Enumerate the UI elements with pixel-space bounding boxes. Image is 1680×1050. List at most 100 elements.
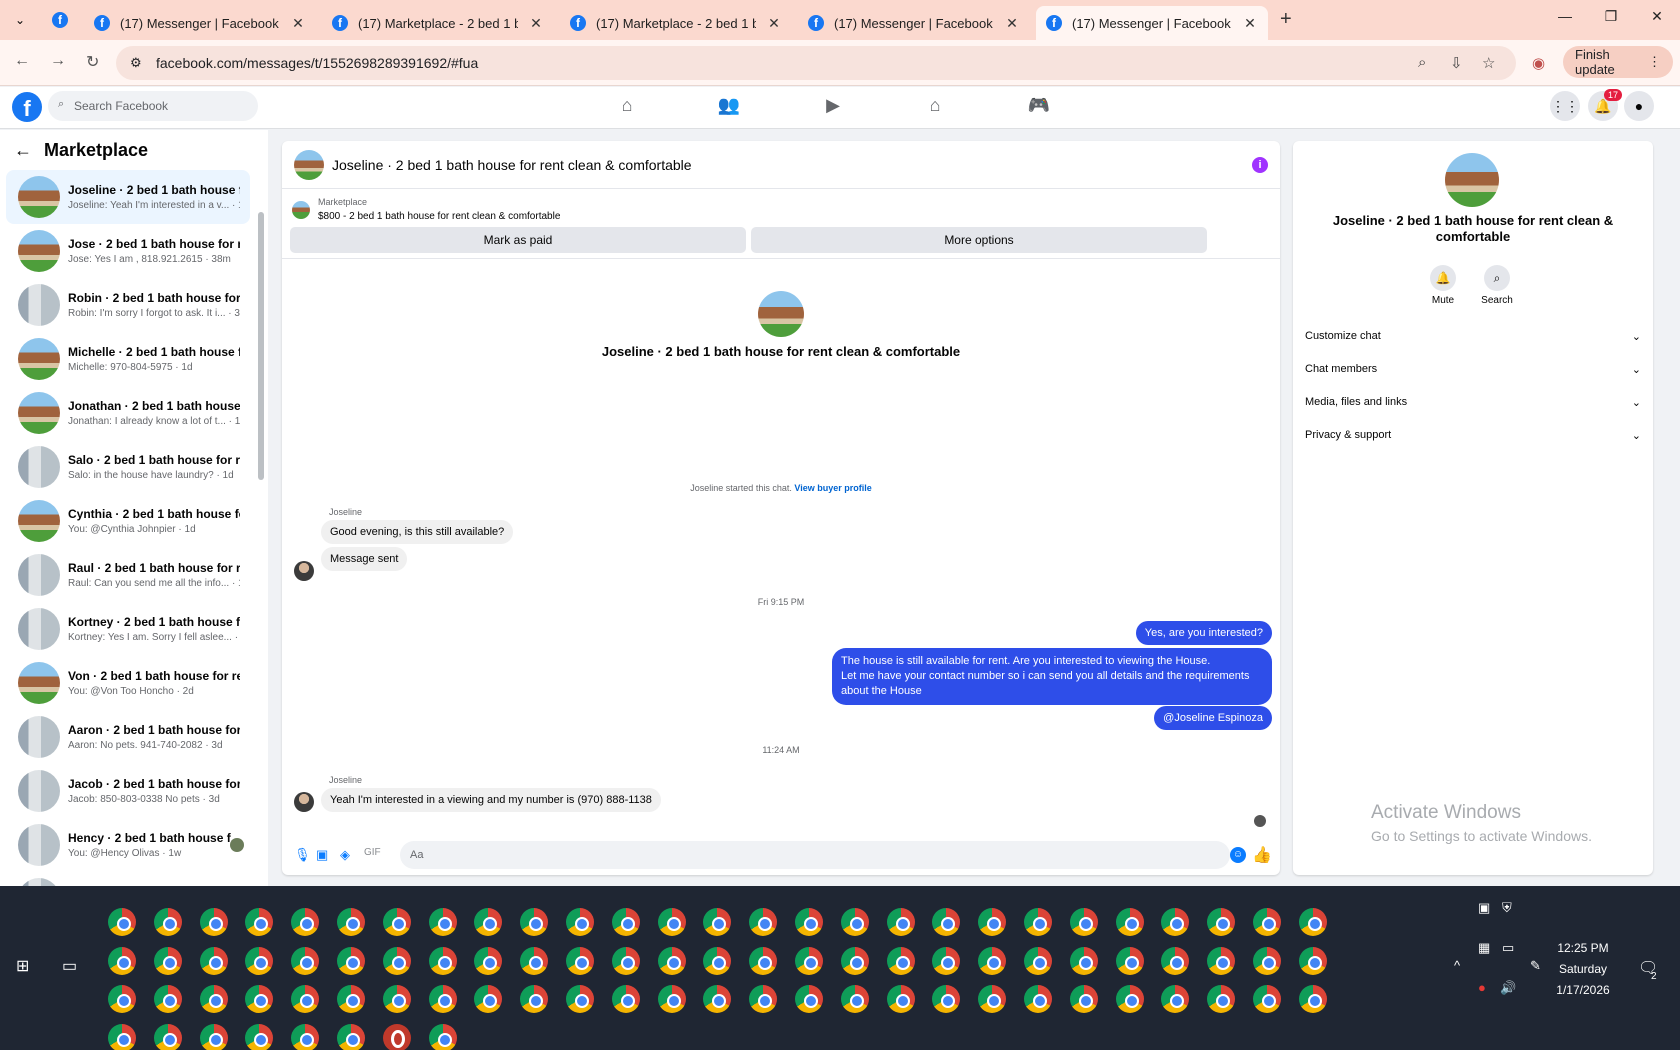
chrome-profile-icon[interactable] [382,985,411,1013]
listing-thumbnail[interactable] [292,201,310,219]
panel-avatar[interactable] [1445,153,1499,207]
chrome-profile-icon[interactable] [795,985,823,1013]
chrome-profile-icon[interactable] [337,1023,365,1050]
conversation-item[interactable]: Kanaris · 2 bed 1 bath house f... [6,872,250,886]
window-close-icon[interactable]: ✕ [1642,8,1672,25]
bookmark-star-icon[interactable]: ☆ [1482,54,1495,72]
chrome-profile-icon[interactable] [1161,946,1190,975]
media-files-links-row[interactable]: Media, files and links ⌄ [1305,396,1641,409]
meet-now-icon[interactable]: ▣ [1478,900,1490,916]
chrome-profile-icon[interactable] [337,985,365,1013]
chrome-profile-icon[interactable] [428,1023,457,1050]
chrome-profile-icon[interactable] [1207,946,1236,975]
chrome-profile-icon[interactable] [795,908,823,936]
chrome-profile-icon[interactable] [245,946,274,975]
chrome-profile-icon[interactable] [1115,908,1144,936]
customize-chat-row[interactable]: Customize chat ⌄ [1305,330,1641,343]
account-avatar[interactable]: ● [1624,91,1654,121]
gaming-icon[interactable]: 🎮 [1024,95,1054,116]
more-options-button[interactable]: More options [751,227,1207,253]
chrome-profile-icon[interactable] [978,908,1007,936]
chrome-profile-icon[interactable] [657,985,686,1013]
friends-icon[interactable]: 👥 [714,95,744,116]
chrome-profile-icon[interactable] [291,985,320,1013]
sender-avatar[interactable] [294,792,314,812]
chrome-profile-icon[interactable] [1207,908,1236,936]
chrome-profile-icon[interactable] [1253,946,1281,975]
chrome-profile-icon[interactable] [886,985,915,1013]
tab-close-icon[interactable]: ✕ [1004,15,1020,32]
info-icon[interactable]: i [1252,157,1268,173]
tab-search-chevron-icon[interactable]: ⌄ [8,8,32,32]
home-icon[interactable]: ⌂ [612,95,642,116]
tab-close-icon[interactable]: ✕ [766,15,782,32]
tray-app-icon[interactable]: ▦ [1478,940,1490,956]
chrome-profile-icon[interactable] [840,946,869,975]
chrome-profile-icon[interactable] [428,985,457,1013]
chrome-profile-icon[interactable] [1161,908,1190,936]
chrome-profile-icon[interactable] [153,1023,182,1050]
chrome-profile-icon[interactable] [840,908,869,936]
finish-update-button[interactable]: Finish update ⋮ [1563,46,1673,78]
chrome-profile-icon[interactable] [703,908,732,936]
install-app-icon[interactable]: ⇩ [1450,54,1463,72]
chrome-profile-icon[interactable] [1069,985,1098,1013]
task-view-icon[interactable]: ▭ [62,956,77,976]
opera-browser-icon[interactable] [382,1023,411,1050]
system-clock[interactable]: 12:25 PM Saturday 1/17/2026 [1540,938,1626,1001]
chrome-profile-icon[interactable] [291,1023,320,1050]
chrome-profile-icon[interactable] [611,946,640,975]
chrome-profile-icon[interactable] [153,946,182,975]
chrome-profile-icon[interactable] [703,946,732,975]
back-arrow-icon[interactable]: ← [14,140,32,161]
chrome-profile-icon[interactable] [474,908,503,936]
chrome-profile-icon[interactable] [566,985,594,1013]
chrome-profile-icon[interactable] [199,1023,228,1050]
mute-button[interactable]: 🔔 Mute [1413,265,1473,306]
chrome-profile-icon[interactable] [474,946,503,975]
attach-photo-icon[interactable]: ▣ [316,847,328,863]
chrome-profile-icon[interactable] [153,908,182,936]
view-buyer-profile-link[interactable]: View buyer profile [794,483,871,493]
conversation-item[interactable]: Jacob · 2 bed 1 bath house for r... Jacob… [6,764,250,818]
tab-5-active[interactable]: f (17) Messenger | Facebook ✕ [1036,6,1268,40]
chrome-profile-icon[interactable] [382,908,411,936]
chrome-profile-icon[interactable] [153,985,182,1013]
volume-icon[interactable]: 🔊 [1500,980,1516,996]
chrome-profile-icon[interactable] [428,946,457,975]
zoom-icon[interactable]: ⌕ [1418,54,1426,71]
chrome-profile-icon[interactable] [245,1023,274,1050]
tab-3[interactable]: f (17) Marketplace - 2 bed 1 bath ✕ [560,6,792,40]
video-icon[interactable]: ▶ [818,95,848,116]
chrome-profile-icon[interactable] [108,1023,136,1050]
chrome-profile-icon[interactable] [1069,946,1098,975]
security-shield-icon[interactable]: ⛨ [1502,900,1512,916]
sidebar-scrollbar[interactable] [258,212,264,480]
chrome-profile-icon[interactable] [932,908,961,936]
sender-avatar[interactable] [294,561,314,581]
network-icon[interactable]: ▭ [1502,940,1514,956]
tray-record-icon[interactable]: ● [1478,980,1486,995]
chrome-profile-icon[interactable] [1024,985,1052,1013]
conversation-item[interactable]: Joseline · 2 bed 1 bath house fo... Josel… [6,170,250,224]
chrome-profile-icon[interactable] [199,946,228,975]
privacy-support-row[interactable]: Privacy & support ⌄ [1305,429,1641,442]
conversation-item[interactable]: Cynthia · 2 bed 1 bath house fo... You: @… [6,494,250,548]
conversation-item[interactable]: Raul · 2 bed 1 bath house for re... Raul:… [6,548,250,602]
message-input[interactable]: Aa [400,841,1230,869]
chrome-profile-icon[interactable] [108,985,136,1013]
chrome-profile-icon[interactable] [1298,985,1327,1013]
tab-close-icon[interactable]: ✕ [1242,15,1258,32]
tab-1[interactable]: f (17) Messenger | Facebook ✕ [84,6,316,40]
chrome-profile-icon[interactable] [1024,908,1052,936]
chrome-profile-icon[interactable] [611,908,640,936]
conversation-item[interactable]: Hency · 2 bed 1 bath house f... You: @Hen… [6,818,250,872]
chrome-profile-icon[interactable] [1253,908,1281,936]
show-hidden-icons-chevron-icon[interactable]: ^ [1454,958,1460,973]
reload-icon[interactable]: ↻ [86,52,99,72]
chrome-profile-icon[interactable] [291,946,320,975]
chrome-profile-icon[interactable] [520,985,549,1013]
chrome-profile-icon[interactable] [566,946,594,975]
chrome-profile-icon[interactable] [611,985,640,1013]
chrome-profile-icon[interactable] [108,908,136,936]
